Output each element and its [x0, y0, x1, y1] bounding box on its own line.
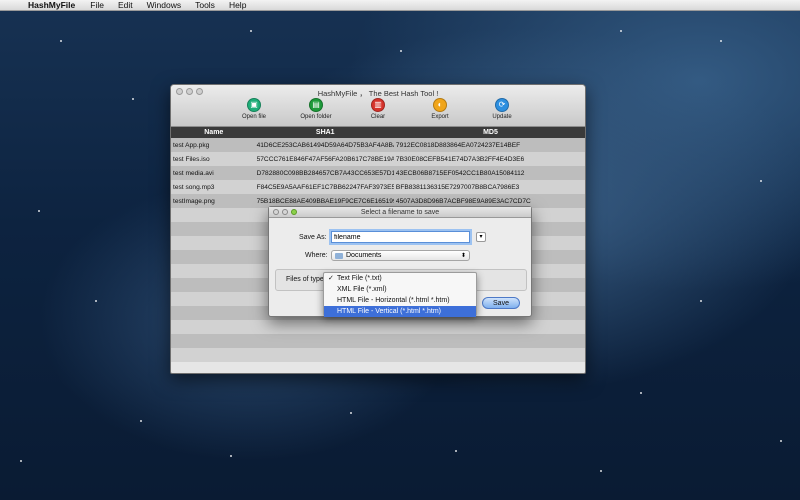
files-of-type-label: Files of type — [286, 276, 324, 283]
export-label: Export — [431, 114, 449, 120]
menu-bar: HashMyFile File Edit Windows Tools Help — [0, 0, 800, 11]
filename-input[interactable] — [331, 231, 470, 243]
export-button[interactable]: ◐ Export — [417, 98, 463, 120]
menu-edit[interactable]: Edit — [111, 0, 140, 10]
table-row[interactable]: test App.pkg 41D6CE253CAB61494D59A64D75B3… — [171, 138, 585, 152]
column-header-md5[interactable]: MD5 — [394, 129, 585, 136]
md5-cell: 7B30E08CEFB541E74D7A3B2FF4E4D3E6 — [395, 155, 525, 163]
file-type-option-label: HTML File - Horizontal (*.html *.htm) — [337, 297, 450, 304]
sha1-cell: 75B18BCE88AE409BBAE19F9CE7C6E165199CD… — [256, 197, 394, 205]
update-icon: ⟳ — [495, 98, 509, 112]
file-type-option-label: XML File (*.xml) — [337, 286, 387, 293]
open-file-button[interactable]: ▣ Open file — [231, 98, 277, 120]
close-window-button[interactable] — [176, 88, 183, 95]
checkmark-icon: ✓ — [328, 275, 334, 282]
dialog-close-button[interactable] — [273, 209, 279, 215]
open-file-icon: ▣ — [247, 98, 261, 112]
table-row[interactable]: test Files.iso 57CCC761E846F47AF56FA20B61… — [171, 152, 585, 166]
menu-app-name[interactable]: HashMyFile — [26, 0, 83, 10]
table-header: Name SHA1 MD5 — [171, 127, 585, 138]
open-folder-button[interactable]: ▤ Open folder — [293, 98, 339, 120]
dialog-minimize-button[interactable] — [282, 209, 288, 215]
menu-windows[interactable]: Windows — [140, 0, 188, 10]
sha1-cell: D782880C098BB284657CB7A43CC653E57D153C66 — [256, 169, 394, 177]
clear-label: Clear — [370, 114, 386, 120]
file-name-cell: test media.avi — [173, 169, 214, 177]
md5-cell: 4507A3D8D96B7ACBF98E9A89E3AC7CD7C — [395, 197, 531, 205]
md5-cell: 43ECB06B8715EF0542CC1B80A15084112 — [395, 169, 525, 177]
dialog-title-bar: Select a filename to save — [269, 207, 531, 218]
where-value: Documents — [346, 251, 382, 259]
file-name-cell: test song.mp3 — [173, 183, 215, 191]
dialog-title: Select a filename to save — [360, 209, 440, 216]
title-bar: HashMyFile ， The Best Hash Tool ! ▣ Open… — [171, 85, 585, 127]
menu-tools[interactable]: Tools — [188, 0, 222, 10]
table-row[interactable]: test song.mp3 F84C5E9A5AAF61EF1C7BB62247F… — [171, 180, 585, 194]
file-name-cell: testImage.png — [173, 197, 215, 205]
export-icon: ◐ — [433, 98, 447, 112]
sha1-cell: F84C5E9A5AAF61EF1C7BB62247FAF3973E5E9C3A — [256, 183, 394, 191]
file-type-option[interactable]: XML File (*.xml) — [324, 284, 476, 295]
dialog-zoom-button[interactable] — [291, 209, 297, 215]
where-select[interactable]: Documents ⬍ — [331, 250, 470, 261]
md5-cell: 7912EC0818D883864EA0724237E14BEF — [395, 141, 521, 149]
file-type-option-label: Text File (*.txt) — [337, 275, 382, 282]
open-file-label: Open file — [241, 114, 266, 120]
file-type-option[interactable]: ✓ Text File (*.txt) — [324, 273, 476, 284]
sha1-cell: 41D6CE253CAB61494D59A64D75B3AF4A8BAA3E… — [256, 141, 394, 149]
column-header-sha1[interactable]: SHA1 — [255, 129, 394, 136]
minimize-window-button[interactable] — [186, 88, 193, 95]
menu-file[interactable]: File — [83, 0, 111, 10]
table-row — [171, 320, 585, 334]
window-controls — [176, 88, 203, 95]
expand-dialog-button[interactable]: ▾ — [476, 232, 486, 242]
folder-icon — [335, 252, 343, 259]
select-arrows-icon: ⬍ — [460, 252, 466, 259]
open-folder-label: Open folder — [300, 114, 332, 120]
window-title: HashMyFile ， The Best Hash Tool ! — [317, 89, 439, 98]
clear-button[interactable]: ▥ Clear — [355, 98, 401, 120]
file-type-option[interactable]: HTML File - Vertical (*.html *.htm) — [324, 306, 476, 317]
file-type-dropdown: ✓ Text File (*.txt) XML File (*.xml) HTML F… — [323, 272, 477, 317]
save-as-label: Save As: — [299, 234, 327, 241]
table-row — [171, 348, 585, 362]
save-button[interactable]: Save — [482, 297, 520, 309]
menu-help[interactable]: Help — [222, 0, 253, 10]
column-header-name[interactable]: Name — [171, 129, 255, 136]
table-row[interactable]: test media.avi D782880C098BB284657CB7A43C… — [171, 166, 585, 180]
dialog-window-controls — [273, 209, 297, 215]
sha1-cell: 57CCC761E846F47AF56FA20B617C78BE19A49AF1 — [256, 155, 394, 163]
update-button[interactable]: ⟳ Update — [479, 98, 525, 120]
md5-cell: BFB8381136315E7297007B8BCA7986E3 — [395, 183, 520, 191]
toolbar: ▣ Open file ▤ Open folder ▥ Clear ◐ Expo… — [171, 98, 585, 126]
zoom-window-button[interactable] — [196, 88, 203, 95]
file-type-option[interactable]: HTML File - Horizontal (*.html *.htm) — [324, 295, 476, 306]
open-folder-icon: ▤ — [309, 98, 323, 112]
file-type-option-label: HTML File - Vertical (*.html *.htm) — [337, 308, 441, 315]
clear-icon: ▥ — [371, 98, 385, 112]
update-label: Update — [492, 114, 512, 120]
table-row — [171, 334, 585, 348]
file-name-cell: test App.pkg — [173, 141, 210, 149]
chevron-down-icon: ▾ — [479, 234, 483, 240]
file-name-cell: test Files.iso — [173, 155, 210, 163]
where-label: Where: — [305, 252, 328, 259]
